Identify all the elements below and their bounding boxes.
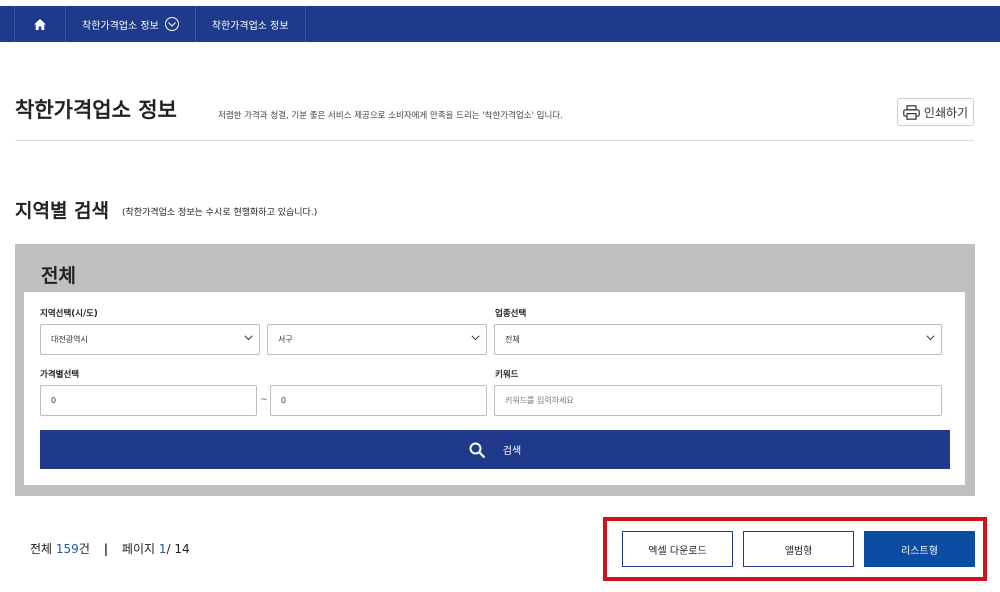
total-suffix: 건: [78, 542, 90, 556]
price-min-value: 0: [51, 396, 57, 405]
search-button-label: 검색: [502, 446, 522, 457]
summary-separator: |: [103, 542, 109, 556]
keyword-placeholder: 키워드를 입력하세요: [505, 396, 574, 405]
print-button[interactable]: 인쇄하기: [897, 98, 974, 126]
breadcrumb-item-current[interactable]: 착한가격업소 정보: [196, 6, 306, 42]
breadcrumb-label: 착한가격업소 정보: [211, 20, 289, 32]
search-form: 지역선택(시/도) 업종선택 대전광역시 서구 전체 가격별선택 키워드 0 ~…: [24, 292, 965, 485]
header-divider: [15, 140, 974, 141]
price-range-separator: ~: [260, 395, 268, 405]
total-count: 159: [55, 542, 79, 556]
chevron-down-icon: [471, 335, 480, 341]
price-min-input[interactable]: 0: [40, 385, 257, 416]
page-description: 저렴한 가격과 청결, 기분 좋은 서비스 제공으로 소비자에게 만족을 드리는…: [218, 111, 563, 121]
chevron-down-icon[interactable]: [164, 17, 179, 31]
category-label: 업종선택: [495, 309, 527, 319]
search-icon: [469, 442, 485, 458]
home-icon: [34, 18, 46, 30]
breadcrumb-label: 착한가격업소 정보: [82, 20, 159, 32]
top-navigation: 착한가격업소 정보 착한가격업소 정보: [0, 6, 1000, 42]
total-prefix: 전체: [30, 542, 56, 556]
breadcrumb-item-category[interactable]: 착한가격업소 정보: [66, 6, 196, 42]
city-select[interactable]: 대전광역시: [40, 324, 260, 355]
price-max-value: 0: [281, 396, 287, 405]
search-panel-title: 전체: [41, 265, 76, 287]
chevron-down-icon: [244, 335, 253, 341]
album-view-label: 앨범형: [784, 545, 813, 557]
page-total: / 14: [166, 542, 190, 556]
print-label: 인쇄하기: [923, 105, 969, 120]
city-select-value: 대전광역시: [51, 335, 88, 344]
list-view-button[interactable]: 리스트형: [864, 531, 975, 567]
category-select[interactable]: 전체: [494, 324, 942, 355]
search-panel: 전체 지역선택(시/도) 업종선택 대전광역시 서구 전체 가격별선택 키워드 …: [15, 244, 975, 496]
category-select-value: 전체: [505, 335, 520, 344]
printer-icon: [903, 104, 920, 120]
album-view-button[interactable]: 앨범형: [743, 531, 854, 567]
home-button[interactable]: [14, 6, 66, 42]
region-label: 지역선택(시/도): [40, 309, 98, 319]
page-title: 착한가격업소 정보: [15, 98, 177, 122]
keyword-input[interactable]: 키워드를 입력하세요: [494, 385, 942, 416]
keyword-label: 키워드: [495, 370, 519, 380]
price-label: 가격별선택: [40, 370, 80, 380]
excel-download-label: 엑셀 다운로드: [648, 545, 707, 557]
list-view-label: 리스트형: [901, 545, 938, 557]
chevron-down-icon: [926, 335, 935, 341]
section-note: (착한가격업소 정보는 수시로 현행화하고 있습니다.): [122, 208, 318, 218]
page-prefix: 페이지: [121, 542, 159, 556]
search-button[interactable]: 검색: [40, 430, 950, 469]
section-title: 지역별 검색: [15, 200, 110, 222]
result-summary: 전체 159건 | 페이지 1/ 14: [30, 540, 190, 557]
district-select[interactable]: 서구: [267, 324, 487, 355]
price-max-input[interactable]: 0: [270, 385, 487, 416]
excel-download-button[interactable]: 엑셀 다운로드: [622, 531, 733, 567]
district-select-value: 서구: [278, 335, 293, 344]
